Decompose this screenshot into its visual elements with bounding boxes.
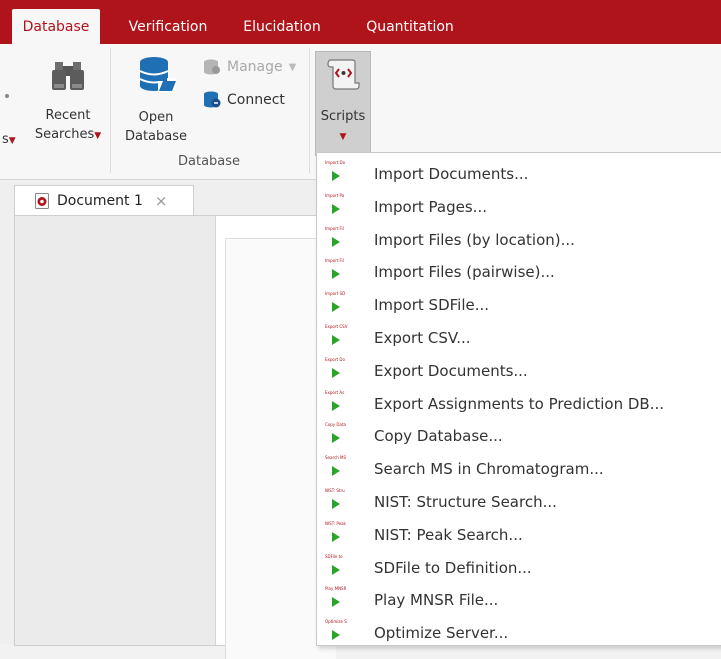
script-run-icon: NIST: Stru (325, 487, 347, 513)
ribbon-tab-bar: Database Verification Elucidation Quanti… (0, 0, 721, 44)
chevron-down-icon: ▼ (339, 132, 347, 142)
script-icon-caption: Import Do (325, 160, 346, 165)
script-icon-caption: SDFile to (325, 553, 343, 559)
play-icon (332, 269, 340, 280)
script-icon-caption: Search MS (325, 455, 347, 461)
script-menu-item[interactable]: Copy Data Copy Database... (317, 417, 721, 449)
script-run-icon: Play MNSR (325, 585, 347, 611)
chevron-down-icon: ▼ (8, 136, 16, 146)
document-tab-label: Document 1 (57, 193, 143, 209)
script-menu-item[interactable]: NIST: Peak NIST: Peak Search... (317, 516, 721, 548)
tab-elucidation[interactable]: Elucidation (230, 9, 334, 44)
play-icon (332, 400, 340, 411)
play-icon (332, 367, 340, 378)
open-database-icon (139, 57, 176, 92)
partial-label: s (2, 132, 9, 147)
scripts-button[interactable]: Scripts ▼ (315, 51, 371, 156)
script-menu-item[interactable]: Export As Export Assignments to Predictio… (317, 385, 721, 417)
dot-icon (5, 94, 9, 98)
script-run-icon: Export CSV (325, 323, 347, 349)
play-icon (332, 203, 340, 214)
partial-ribbon-button[interactable]: s▼ (2, 130, 16, 151)
script-icon-caption: Import Pa (325, 192, 345, 198)
document-icon (35, 193, 49, 209)
script-menu-item[interactable]: Search MS Search MS in Chromatogram... (317, 450, 721, 482)
document-tab[interactable]: Document 1 × (14, 185, 194, 216)
play-icon (332, 499, 340, 509)
script-run-icon: NIST: Peak (325, 520, 347, 546)
manage-button[interactable]: Manage ▼ (203, 59, 296, 75)
script-menu-item-label: Optimize Server... (374, 624, 509, 643)
play-icon (332, 531, 340, 542)
script-icon-caption: Export Do (325, 356, 345, 362)
script-icon-caption: Import Fil (325, 225, 344, 231)
play-icon (332, 597, 340, 608)
chevron-down-icon: ▼ (288, 61, 297, 73)
script-run-icon: Import Do (325, 159, 347, 185)
script-icon-caption: NIST: Stru (325, 488, 345, 493)
script-icon-caption: NIST: Peak (325, 520, 346, 526)
script-menu-item[interactable]: Import Fil Import Files (by location)... (317, 221, 721, 253)
script-run-icon: Optimize S (325, 618, 347, 644)
tab-database[interactable]: Database (12, 9, 100, 44)
script-run-icon: Import Fil (325, 257, 347, 283)
script-menu-item[interactable]: Import SD Import SDFile... (317, 286, 721, 318)
document-side-pane (15, 216, 216, 645)
close-icon[interactable]: × (155, 192, 168, 210)
recent-searches-label-1: Recent (45, 108, 91, 123)
manage-database-icon (204, 59, 220, 75)
script-menu-item[interactable]: Import Do Import Documents... (317, 155, 721, 187)
manage-label: Manage (227, 59, 283, 75)
open-database-label-1: Open (138, 110, 174, 125)
script-run-icon: Export As (325, 389, 347, 415)
play-icon (332, 302, 340, 313)
script-menu-item[interactable]: Export Do Export Documents... (317, 352, 721, 384)
script-icon-caption: Play MNSR (325, 586, 347, 592)
tab-quantitation[interactable]: Quantitation (355, 9, 465, 44)
script-icon-caption: Export CSV (325, 324, 348, 329)
script-menu-item[interactable]: Export CSV Export CSV... (317, 319, 721, 351)
script-run-icon: Import Pa (325, 192, 347, 218)
script-run-icon: Import SD (325, 290, 347, 316)
script-icon-caption: Import Fil (325, 258, 344, 264)
open-database-button[interactable]: Open Database (123, 54, 189, 146)
tab-verification[interactable]: Verification (118, 9, 218, 44)
script-menu-item[interactable]: NIST: Stru NIST: Structure Search... (317, 483, 721, 515)
script-run-icon: Import Fil (325, 225, 347, 251)
connect-label: Connect (227, 92, 285, 108)
play-icon (332, 630, 340, 641)
chevron-down-icon: ▼ (94, 131, 102, 141)
script-menu-item[interactable]: Optimize S Optimize Server... (317, 614, 721, 645)
group-separator (110, 48, 111, 173)
play-icon (332, 433, 340, 444)
play-icon (332, 236, 340, 247)
script-icon-caption: Export As (325, 389, 345, 395)
script-icon-caption: Copy Data (325, 422, 346, 428)
open-database-label-2: Database (124, 129, 188, 144)
scripts-label: Scripts (320, 109, 366, 124)
script-menu-item[interactable]: Play MNSR Play MNSR File... (317, 581, 721, 613)
recent-searches-label-2: Searches (34, 127, 95, 142)
script-run-icon: Copy Data (325, 421, 347, 447)
connect-button[interactable]: Connect (203, 91, 285, 109)
script-run-icon: Search MS (325, 454, 347, 480)
play-icon (332, 171, 340, 181)
script-menu-item[interactable]: Import Pa Import Pages... (317, 188, 721, 220)
recent-searches-button[interactable]: Recent Searches▼ (34, 56, 102, 146)
scripts-dropdown-menu: Import Do Import Documents... Import Pa Imp… (316, 152, 721, 646)
group-separator (309, 48, 310, 173)
connect-database-icon (204, 91, 221, 108)
script-menu-item[interactable]: Import Fil Import Files (pairwise)... (317, 253, 721, 285)
play-icon (332, 564, 340, 575)
script-menu-item[interactable]: SDFile to SDFile to Definition... (317, 549, 721, 581)
script-run-icon: Export Do (325, 356, 347, 382)
binoculars-icon (52, 62, 84, 90)
scroll-script-icon (327, 59, 360, 90)
play-icon (332, 466, 340, 477)
script-icon-caption: Optimize S (325, 619, 347, 625)
script-run-icon: SDFile to (325, 553, 347, 579)
play-icon (332, 335, 340, 345)
database-group-label: Database (178, 154, 241, 169)
script-icon-caption: Import SD (325, 291, 346, 297)
